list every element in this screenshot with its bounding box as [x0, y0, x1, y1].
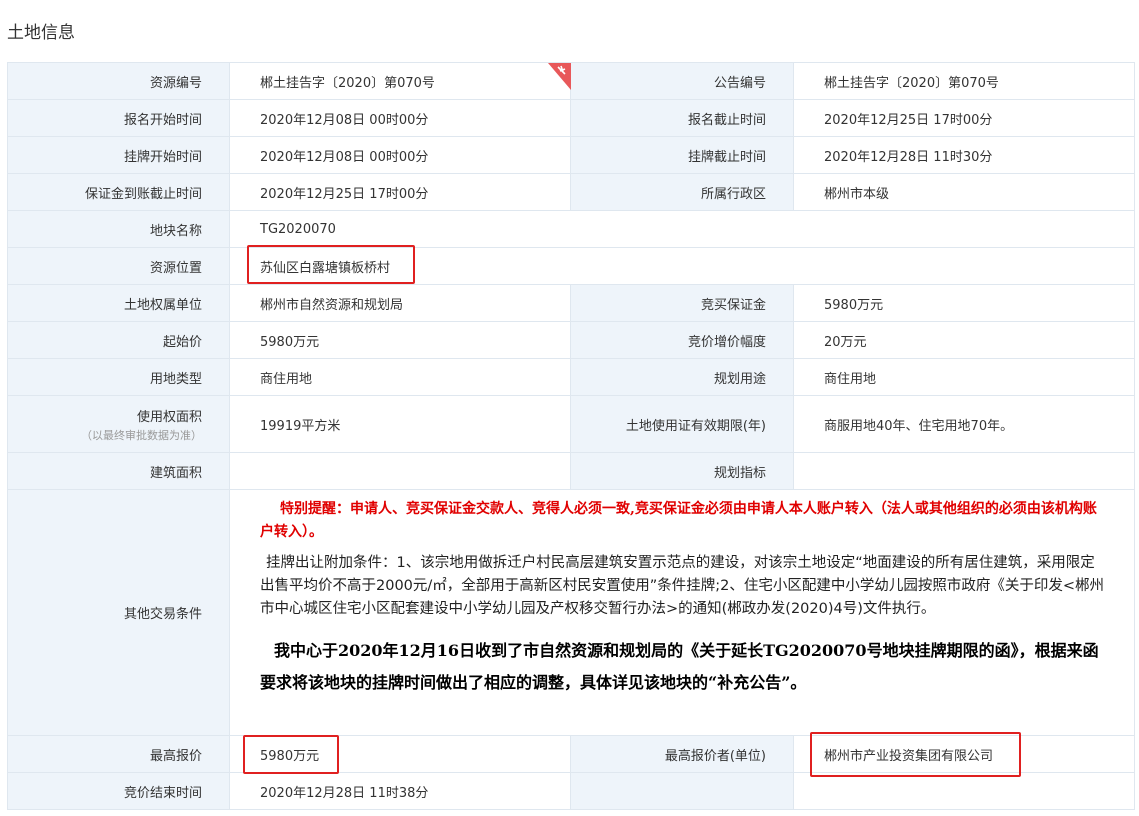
label-other-conditions: 其他交易条件: [7, 489, 230, 736]
label-ownership-unit: 土地权属单位: [7, 284, 230, 322]
label-listing-start: 挂牌开始时间: [7, 136, 230, 174]
value-bid-increment: 20万元: [793, 321, 1135, 359]
other-conditions-content: 特别提醒：申请人、竞买保证金交款人、竞得人必须一致,竞买保证金必须由申请人本人账…: [229, 489, 1135, 736]
value-building-area: [229, 452, 571, 490]
row-resource-number: 资源编号 郴土挂告字〔2020〕第070号 公告编号 郴土挂告字〔2020〕第0…: [7, 62, 1135, 100]
row-other-conditions: 其他交易条件 特别提醒：申请人、竞买保证金交款人、竞得人必须一致,竞买保证金必须…: [7, 489, 1135, 736]
label-announcement-number: 公告编号: [570, 62, 794, 100]
value-announcement-number: 郴土挂告字〔2020〕第070号: [793, 62, 1135, 100]
value-certificate-term: 商服用地40年、住宅用地70年。: [793, 395, 1135, 453]
row-registration-time: 报名开始时间 2020年12月08日 00时00分 报名截止时间 2020年12…: [7, 99, 1135, 137]
label-resource-number: 资源编号: [7, 62, 230, 100]
listing-extension-text: 我中心于2020年12月16日收到了市自然资源和规划局的《关于延长TG20200…: [260, 641, 1099, 692]
label-use-right-area-note: （以最终审批数据为准）: [81, 428, 202, 442]
row-deposit-deadline: 保证金到账截止时间 2020年12月25日 17时00分 所属行政区 郴州市本级: [7, 173, 1135, 211]
label-highest-bidder: 最高报价者(单位): [570, 735, 794, 773]
label-land-type: 用地类型: [7, 358, 230, 396]
row-bid-end-time: 竞价结束时间 2020年12月28日 11时38分: [7, 772, 1135, 810]
label-bid-deposit: 竞买保证金: [570, 284, 794, 322]
land-info-table: 资源编号 郴土挂告字〔2020〕第070号 公告编号 郴土挂告字〔2020〕第0…: [7, 62, 1135, 810]
value-parcel-name: TG2020070: [229, 210, 1135, 248]
row-building-area: 建筑面积 规划指标: [7, 452, 1135, 490]
value-location: 苏仙区白露塘镇板桥村: [229, 247, 1135, 285]
row-land-use: 用地类型 商住用地 规划用途 商住用地: [7, 358, 1135, 396]
label-bid-end-time: 竞价结束时间: [7, 772, 230, 810]
label-listing-end: 挂牌截止时间: [570, 136, 794, 174]
value-resource-number: 郴土挂告字〔2020〕第070号: [229, 62, 571, 100]
row-area: 使用权面积 （以最终审批数据为准） 19919平方米 土地使用证有效期限(年) …: [7, 395, 1135, 453]
row-listing-time: 挂牌开始时间 2020年12月08日 00时00分 挂牌截止时间 2020年12…: [7, 136, 1135, 174]
label-bid-increment: 竞价增价幅度: [570, 321, 794, 359]
label-location: 资源位置: [7, 247, 230, 285]
label-use-right-area: 使用权面积 （以最终审批数据为准）: [7, 395, 230, 453]
label-registration-end: 报名截止时间: [570, 99, 794, 137]
label-planned-use: 规划用途: [570, 358, 794, 396]
value-starting-price: 5980万元: [229, 321, 571, 359]
special-reminder-text: 特别提醒：申请人、竞买保证金交款人、竞得人必须一致,竞买保证金必须由申请人本人账…: [260, 501, 1097, 540]
label-district: 所属行政区: [570, 173, 794, 211]
page-title: 土地信息: [7, 23, 75, 43]
value-registration-end: 2020年12月25日 17时00分: [793, 99, 1135, 137]
row-location: 资源位置 苏仙区白露塘镇板桥村: [7, 247, 1135, 285]
label-starting-price: 起始价: [7, 321, 230, 359]
row-price: 起始价 5980万元 竞价增价幅度 20万元: [7, 321, 1135, 359]
value-planning-index: [793, 452, 1135, 490]
value-highest-bid: 5980万元: [229, 735, 571, 773]
label-empty: [570, 772, 794, 810]
label-registration-start: 报名开始时间: [7, 99, 230, 137]
ribbon-tag-icon: [538, 63, 571, 90]
row-highest-bid: 最高报价 5980万元 最高报价者(单位) 郴州市产业投资集团有限公司: [7, 735, 1135, 773]
label-planning-index: 规划指标: [570, 452, 794, 490]
label-certificate-term: 土地使用证有效期限(年): [570, 395, 794, 453]
value-bid-end-time: 2020年12月28日 11时38分: [229, 772, 571, 810]
value-listing-start: 2020年12月08日 00时00分: [229, 136, 571, 174]
value-highest-bidder: 郴州市产业投资集团有限公司: [793, 735, 1135, 773]
label-building-area: 建筑面积: [7, 452, 230, 490]
value-ownership-unit: 郴州市自然资源和规划局: [229, 284, 571, 322]
value-district: 郴州市本级: [793, 173, 1135, 211]
value-registration-start: 2020年12月08日 00时00分: [229, 99, 571, 137]
listing-conditions-text: 挂牌出让附加条件：1、该宗地用做拆迁户村民高层建筑安置示范点的建设，对该宗土地设…: [260, 555, 1105, 617]
row-parcel-name: 地块名称 TG2020070: [7, 210, 1135, 248]
value-bid-deposit: 5980万元: [793, 284, 1135, 322]
value-land-type: 商住用地: [229, 358, 571, 396]
value-planned-use: 商住用地: [793, 358, 1135, 396]
row-ownership: 土地权属单位 郴州市自然资源和规划局 竞买保证金 5980万元: [7, 284, 1135, 322]
label-deposit-deadline: 保证金到账截止时间: [7, 173, 230, 211]
label-parcel-name: 地块名称: [7, 210, 230, 248]
value-deposit-deadline: 2020年12月25日 17时00分: [229, 173, 571, 211]
value-listing-end: 2020年12月28日 11时30分: [793, 136, 1135, 174]
value-empty: [793, 772, 1135, 810]
value-use-right-area: 19919平方米: [229, 395, 571, 453]
label-highest-bid: 最高报价: [7, 735, 230, 773]
label-use-right-area-main: 使用权面积: [136, 409, 202, 425]
